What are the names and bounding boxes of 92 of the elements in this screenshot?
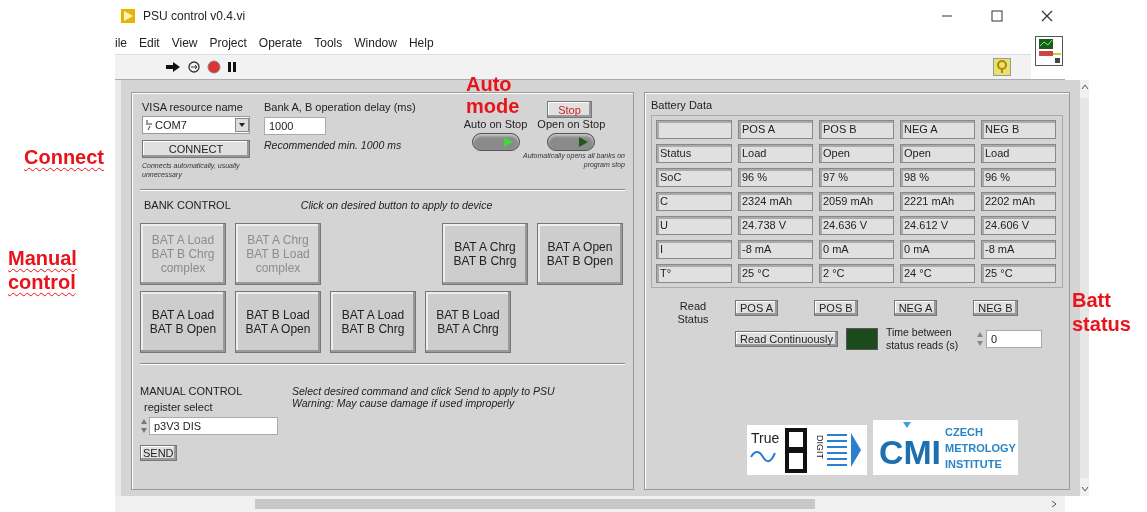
column-header: NEG A (900, 120, 975, 139)
table-cell: Open (900, 144, 975, 163)
table-cell: Load (738, 144, 813, 163)
menu-item[interactable]: Help (408, 36, 434, 50)
connect-button[interactable]: CONNECT (142, 140, 250, 158)
menu-item[interactable]: Tools (314, 36, 343, 50)
interval-field[interactable]: 0 (985, 330, 1042, 348)
table-cell: 24.606 V (981, 216, 1056, 235)
column-header: NEG B (981, 120, 1056, 139)
table-cell: 96 % (981, 168, 1056, 187)
run-arrow-icon[interactable] (165, 61, 181, 73)
read-button[interactable]: NEG A (893, 300, 938, 316)
panel-title: Battery Data (651, 99, 714, 111)
table-cell: -8 mA (981, 240, 1056, 259)
column-header: POS B (819, 120, 894, 139)
read-button[interactable]: NEG B (973, 300, 1018, 316)
truedigit-logo: True DIGIT (747, 425, 867, 475)
annotation-label: Connect (24, 145, 104, 169)
row-header: SoC (656, 168, 732, 187)
table-cell: 2 °C (819, 264, 894, 283)
field-label: VISA resource name (142, 101, 244, 113)
menu-item[interactable]: Edit (139, 36, 160, 50)
bank-button[interactable]: BAT A Load BAT B Chrg (330, 291, 416, 353)
menu-item[interactable]: Window (354, 36, 397, 50)
menu-item[interactable]: ile (115, 36, 127, 50)
table-cell: 0 mA (900, 240, 975, 259)
close-icon[interactable] (1041, 10, 1053, 22)
delay-note: Recommended min. 1000 ms (264, 139, 403, 151)
delay-field[interactable]: 1000 (264, 117, 326, 135)
table-cell: 96 % (738, 168, 813, 187)
send-button[interactable]: SEND (140, 445, 177, 461)
app-icon (121, 9, 135, 23)
table-cell: 2202 mAh (981, 192, 1056, 211)
section-title: MANUAL CONTROL (140, 385, 244, 397)
toggle-switch[interactable] (471, 133, 520, 151)
row-header: C (656, 192, 732, 211)
register-field[interactable]: p3V3 DIS (148, 417, 278, 435)
section-title: BANK CONTROL (144, 199, 231, 211)
table-cell: 2059 mAh (819, 192, 894, 211)
table-cell: 25 °C (981, 264, 1056, 283)
manual-hint: Select desired command and click Send to apply to PSU (292, 385, 555, 397)
run-continuously-icon[interactable] (187, 60, 201, 74)
row-header: U (656, 216, 732, 235)
switch-label: Open on Stop (537, 118, 606, 130)
table-cell: 24.636 V (819, 216, 894, 235)
read-status-label: Read Status (676, 300, 710, 327)
annotation-label: Batt status (1072, 288, 1132, 336)
switch-label: Auto on Stop (463, 118, 528, 130)
row-header: T° (656, 264, 732, 283)
bank-button[interactable]: BAT A Open BAT B Open (537, 223, 623, 285)
menu-item[interactable]: Operate (258, 36, 303, 50)
bank-button[interactable]: BAT A Load BAT B Open (140, 291, 226, 353)
bank-button[interactable]: BAT A Chrg BAT B Chrg (442, 223, 528, 285)
table-cell: 2221 mAh (900, 192, 975, 211)
field-label: Bank A, B operation delay (ms) (264, 101, 417, 113)
menu-item[interactable]: View (171, 36, 198, 50)
scroll-down-icon[interactable] (1080, 486, 1089, 492)
table-cell: -8 mA (738, 240, 813, 259)
maximize-icon[interactable] (991, 10, 1003, 22)
column-header: POS A (738, 120, 813, 139)
annotation-label: Auto mode (466, 73, 521, 117)
bank-hint: Click on desired button to apply to device (300, 199, 493, 211)
table-cell: 24.612 V (900, 216, 975, 235)
window-title: PSU control v0.4.vi (143, 9, 246, 23)
annotation-label: Manual control (8, 246, 78, 294)
field-label: register select (143, 401, 214, 413)
table-cell: Open (819, 144, 894, 163)
table-cell: 0 mA (819, 240, 894, 259)
read-continuously-button[interactable]: Read Continuously (735, 331, 838, 347)
table-cell: 24.738 V (738, 216, 813, 235)
table-cell: 2324 mAh (738, 192, 813, 211)
pause-icon[interactable] (227, 61, 237, 73)
row-header: Status (656, 144, 732, 163)
scroll-up-icon[interactable] (1080, 84, 1089, 90)
toggle-switch[interactable] (547, 133, 596, 151)
manual-hint: Warning: May cause damage if used improperly (292, 397, 516, 409)
bank-button[interactable]: BAT B Load BAT A Open (235, 291, 321, 353)
read-button[interactable]: POS B (814, 300, 858, 316)
resource-dropdown[interactable]: COM7 (142, 116, 250, 134)
row-header: I (656, 240, 732, 259)
bank-button[interactable]: BAT B Load BAT A Chrg (425, 291, 511, 353)
stop-button[interactable]: Stop (547, 101, 592, 118)
abort-icon[interactable] (207, 60, 221, 74)
table-cell: 24 °C (900, 264, 975, 283)
read-button[interactable]: POS A (735, 300, 779, 316)
menu-item[interactable]: Project (209, 36, 247, 50)
scroll-right-icon[interactable] (1051, 500, 1057, 508)
table-cell: Load (981, 144, 1056, 163)
table-cell: 25 °C (738, 264, 813, 283)
table-cell: 98 % (900, 168, 975, 187)
table-cell: 97 % (819, 168, 894, 187)
field-label: Time between status reads (s) (885, 326, 960, 352)
